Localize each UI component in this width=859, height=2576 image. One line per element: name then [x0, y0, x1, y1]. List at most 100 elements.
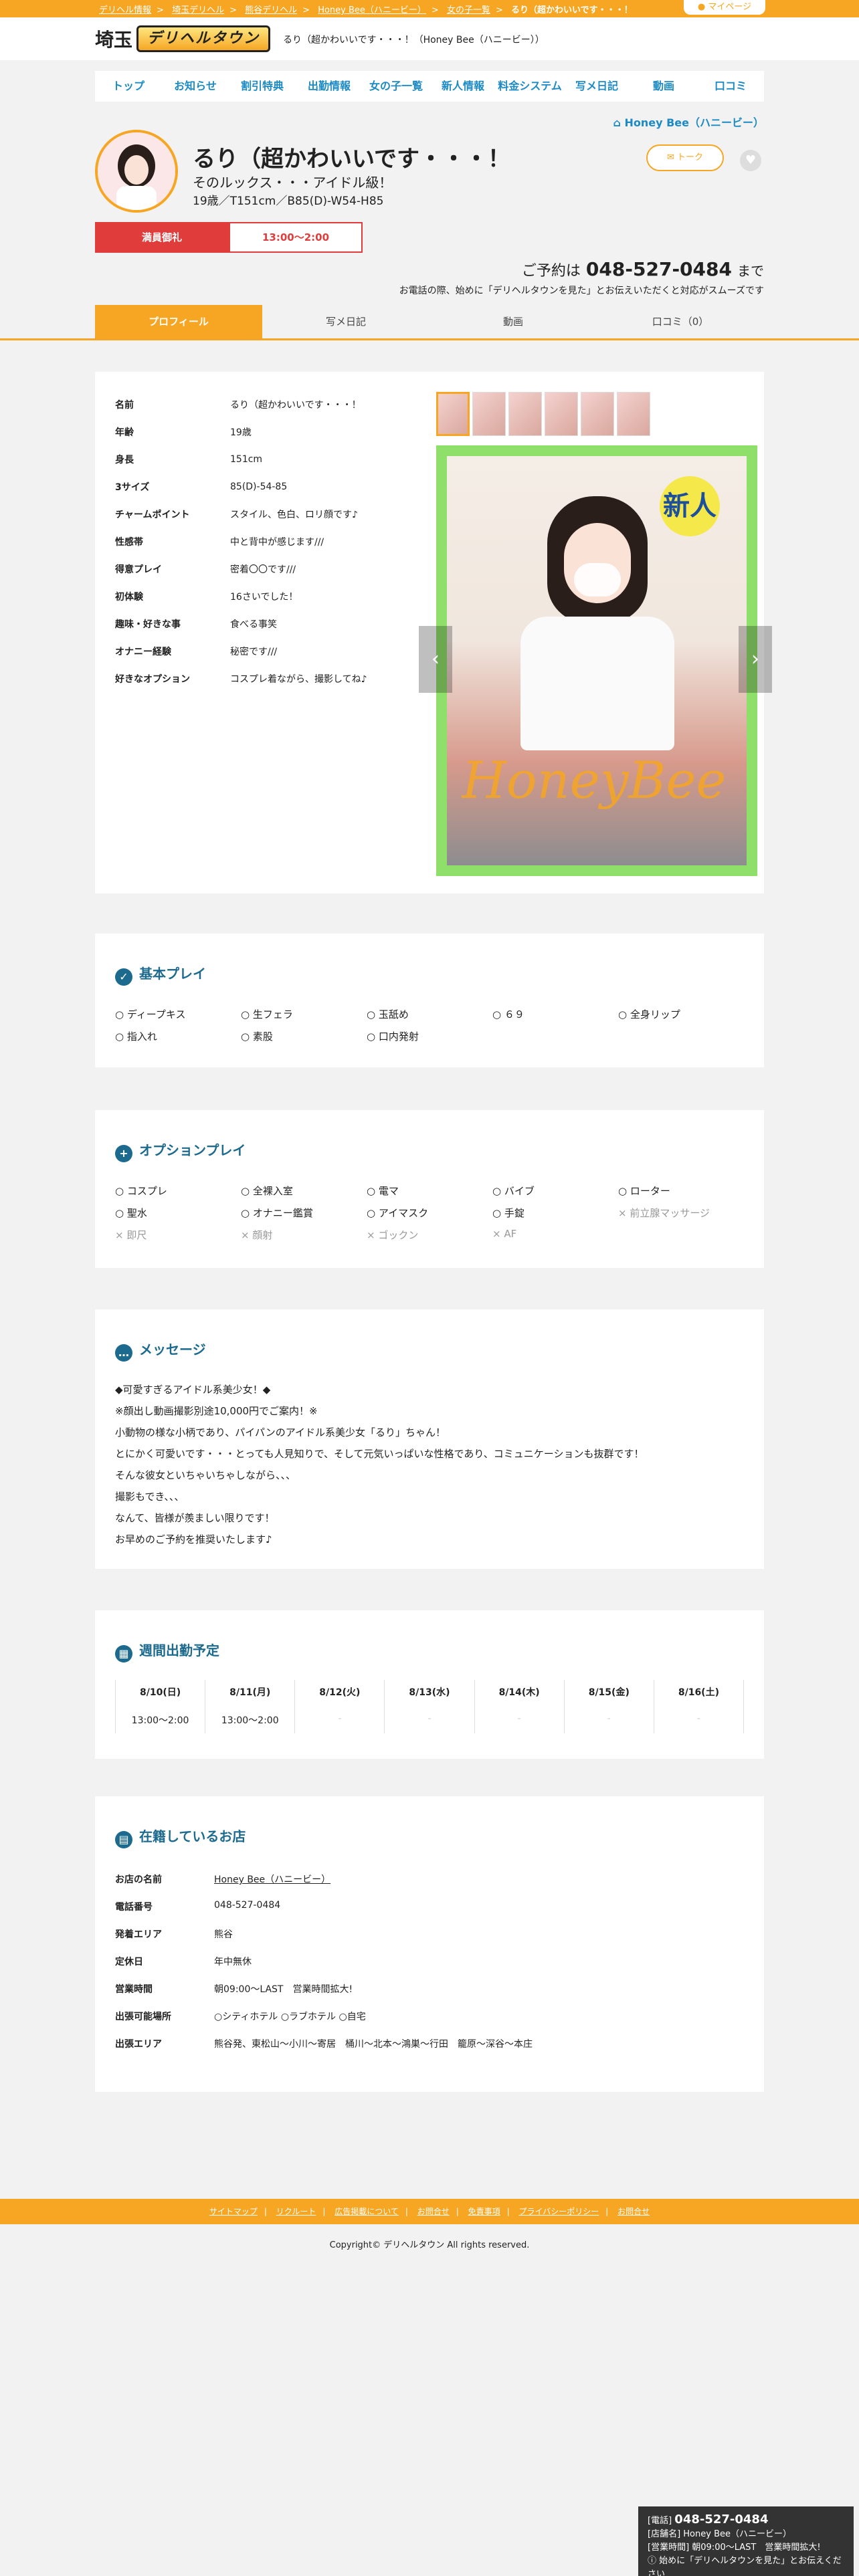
photo-thumbnail[interactable] [472, 392, 506, 436]
tel-label: ご予約は [521, 263, 581, 280]
photo-thumbnail[interactable] [581, 392, 614, 436]
breadcrumb-link[interactable]: デリヘル情報 [99, 5, 151, 15]
breadcrumb-link[interactable]: Honey Bee（ハニービー） [318, 5, 426, 15]
profile-row: 得意プレイ 密着〇〇です/// [115, 555, 423, 582]
option-item: ○ 全裸入室 [241, 1185, 293, 1197]
footer-link[interactable]: 免責事項 [468, 2207, 500, 2216]
prev-arrow-icon[interactable]: ‹ [419, 626, 452, 693]
nav-newcomers[interactable]: 新人情報 [430, 71, 496, 102]
check-icon: ✓ [115, 968, 132, 986]
schedule-day: 8/16(土) - [654, 1680, 744, 1733]
nav-diary[interactable]: 写メ日記 [563, 71, 630, 102]
profile-key: 性感帯 [115, 536, 143, 548]
favorite-heart-icon[interactable]: ♥ [740, 150, 761, 171]
profile-value: 食べる事笑 [230, 619, 277, 630]
shop-row: 電話番号 048-527-0484 [115, 1900, 533, 1927]
profile-value: 密着〇〇です/// [230, 564, 296, 575]
work-time-badge: 13:00〜2:00 [229, 222, 363, 253]
play-item: ○ 玉舐め [367, 1008, 409, 1021]
id-card-icon: ▤ [115, 1831, 132, 1848]
shop-name-link[interactable]: Honey Bee（ハニービー） [214, 1872, 330, 1900]
footer-link[interactable]: プライバシーポリシー [519, 2207, 599, 2216]
next-arrow-icon[interactable]: › [739, 626, 772, 693]
footer-link[interactable]: お問合せ [417, 2207, 450, 2216]
shop-link-label: Honey Bee（ハニービー） [624, 116, 764, 129]
option-item: ○ アイマスク [367, 1207, 429, 1219]
section-title-text: 週間出勤予定 [139, 1642, 219, 1658]
schedule-week: 8/10(日) 13:00〜2:00 8/11(月) 13:00〜2:00 8/12… [115, 1680, 744, 1733]
tab-video[interactable]: 動画 [430, 305, 597, 338]
schedule-day: 8/14(木) - [475, 1680, 565, 1733]
breadcrumb-link[interactable]: 女の子一覧 [447, 5, 490, 15]
message-line: そんな彼女といちゃいちゃしながら、、、 [115, 1469, 296, 1481]
logo-brand: デリヘルタウン [136, 25, 271, 52]
breadcrumb-link[interactable]: 熊谷デリヘル [245, 5, 297, 15]
photo-watermark: HoneyBee [462, 750, 727, 810]
tab-diary[interactable]: 写メ日記 [262, 305, 430, 338]
site-logo[interactable]: 埼玉 デリヘルタウン [95, 25, 271, 53]
profile-value: スタイル、色白、ロリ顔です♪ [230, 509, 358, 520]
profile-value: 16さいでした！ [230, 591, 298, 603]
new-badge: 新人 [660, 476, 720, 536]
option-item: ○ バイブ [492, 1185, 535, 1197]
profile-row: 身長 151cm [115, 445, 423, 473]
basic-play-card: ✓ 基本プレイ ○ ディープキス ○ 生フェラ ○ 玉舐め ○ ６９ ○ 全身リッ… [95, 934, 764, 1067]
footer-link[interactable]: リクルート [276, 2207, 316, 2216]
shop-table: お店の名前 Honey Bee（ハニービー） 電話番号 048-527-0484 発… [115, 1872, 533, 2064]
nav-news[interactable]: お知らせ [162, 71, 229, 102]
shop-row: 定休日 年中無休 [115, 1955, 533, 1982]
shop-row: お店の名前 Honey Bee（ハニービー） [115, 1872, 533, 1900]
option-item-unavailable: × 即尺 [115, 1229, 147, 1241]
profile-value: 19歳 [230, 427, 252, 438]
footer-link[interactable]: お問合せ [617, 2207, 650, 2216]
photo-thumbnail[interactable] [545, 392, 578, 436]
float-tel-number[interactable]: 048-527-0484 [674, 2512, 768, 2527]
nav-reviews[interactable]: 口コミ [697, 71, 764, 102]
nav-video[interactable]: 動画 [630, 71, 697, 102]
play-item: ○ ディープキス [115, 1008, 186, 1021]
breadcrumb-link[interactable]: 埼玉デリヘル [172, 5, 224, 15]
photo-blouse [520, 617, 674, 750]
chat-icon: ✉ [666, 152, 674, 163]
option-item-unavailable: × 前立腺マッサージ [618, 1207, 710, 1219]
talk-button[interactable]: ✉ トーク [646, 144, 724, 171]
nav-price[interactable]: 料金システム [496, 71, 563, 102]
photo-thumbnail[interactable] [508, 392, 542, 436]
play-item: ○ ６９ [492, 1008, 524, 1021]
profile-value: 85(D)-54-85 [230, 481, 288, 492]
play-item: ○ 口内発射 [367, 1031, 419, 1043]
avatar [95, 130, 178, 213]
talk-label: トーク [677, 152, 704, 163]
tel-number[interactable]: 048-527-0484 [586, 258, 732, 280]
tagline: るり（超かわいいです・・・！（Honey Bee（ハニービー）） [283, 35, 545, 45]
profile-row: 3サイズ 85(D)-54-85 [115, 473, 423, 500]
shop-link[interactable]: ⌂ Honey Bee（ハニービー） [613, 114, 764, 130]
nav-discount[interactable]: 割引特典 [229, 71, 296, 102]
tab-profile[interactable]: プロフィール [95, 305, 262, 338]
message-card: … メッセージ ◆可愛すぎるアイドル系美少女！◆ ※顔出し動画撮影別途10,000… [95, 1309, 764, 1569]
option-play-list: ○ コスプレ ○ 全裸入室 ○ 電マ ○ バイブ ○ ローター ○ 聖水 ○ オ… [115, 1184, 744, 1242]
footer-link[interactable]: 広告掲載について [335, 2207, 399, 2216]
avatar-image [98, 132, 175, 210]
shop-value: 048-527-0484 [214, 1900, 281, 1911]
profile-value: 中と背中が感じます/// [230, 536, 324, 548]
nav-top[interactable]: トップ [95, 71, 162, 102]
float-tel-label: [電話] [648, 2516, 672, 2526]
photo-thumbnail[interactable] [617, 392, 650, 436]
mypage-button[interactable]: ● マイページ [684, 0, 765, 15]
photo-blur [574, 563, 621, 597]
option-item: ○ 聖水 [115, 1207, 147, 1219]
nav-girls[interactable]: 女の子一覧 [363, 71, 430, 102]
logo-area: 埼玉 [95, 29, 133, 51]
floating-contact-box[interactable]: [電話] 048-527-0484 [店舗名] Honey Bee（ハニービー）… [638, 2506, 854, 2576]
option-item-unavailable: × ゴックン [367, 1229, 419, 1241]
profile-key: 身長 [115, 454, 134, 465]
float-note: 始めに「デリヘルタウンを見た」とお伝えください [648, 2556, 842, 2576]
photo-thumbnail[interactable] [436, 392, 470, 436]
shop-value: ○シティホテル ○ラブホテル ○自宅 [214, 2012, 366, 2022]
nav-schedule[interactable]: 出勤情報 [296, 71, 363, 102]
tab-divider [0, 338, 859, 340]
shop-key: 出張可能場所 [115, 2012, 171, 2022]
footer-link[interactable]: サイトマップ [209, 2207, 258, 2216]
tab-reviews[interactable]: 口コミ（0） [597, 305, 764, 338]
